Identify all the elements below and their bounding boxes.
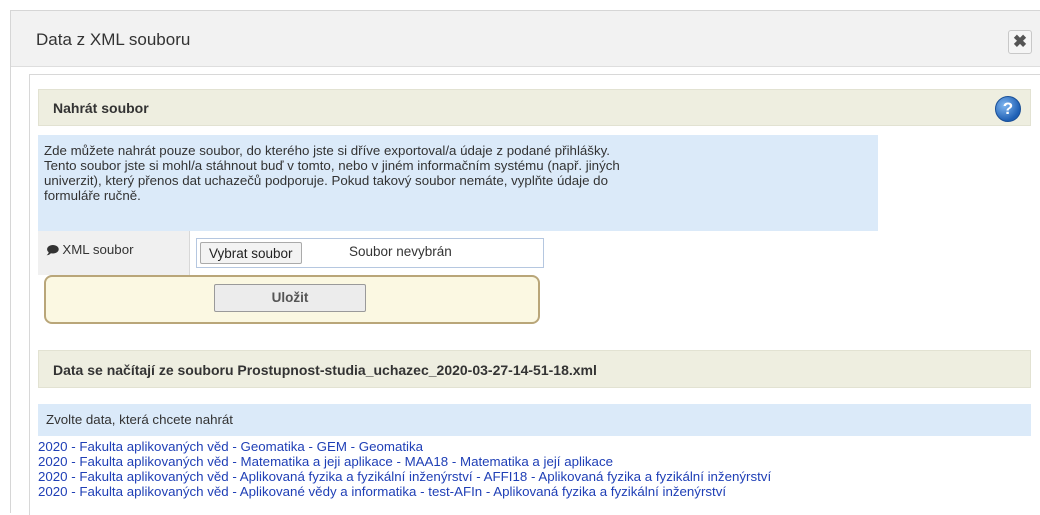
data-options-list: 2020 - Fakulta aplikovaných věd - Geomat… xyxy=(38,439,771,499)
choose-data-bar: Zvolte data, která chcete nahrát xyxy=(38,404,1031,436)
upload-section-header: Nahrát soubor ? xyxy=(38,89,1031,126)
xml-file-label: 🗩 XML soubor xyxy=(46,241,134,262)
help-icon[interactable]: ? xyxy=(995,96,1021,122)
close-icon: ✖ xyxy=(1012,32,1028,51)
save-button[interactable]: Uložit xyxy=(214,284,366,312)
data-option-link[interactable]: 2020 - Fakulta aplikovaných věd - Matema… xyxy=(38,454,771,469)
upload-info-box: Zde můžete nahrát pouze soubor, do které… xyxy=(38,135,878,231)
data-option-link[interactable]: 2020 - Fakulta aplikovaných věd - Apliko… xyxy=(38,484,771,499)
info-line: Tento soubor jste si mohl/a stáhnout buď… xyxy=(44,158,620,173)
info-line: univerzit), který přenos dat uchazečů po… xyxy=(44,173,608,188)
save-panel: Uložit xyxy=(44,275,540,324)
upload-section-title: Nahrát soubor xyxy=(53,100,149,116)
choose-data-label: Zvolte data, která chcete nahrát xyxy=(46,412,234,427)
dialog-content: Nahrát soubor ? Zde můžete nahrát pouze … xyxy=(29,74,1040,515)
info-line: Zde můžete nahrát pouze soubor, do které… xyxy=(44,143,610,158)
info-line: formuláře ručně. xyxy=(44,188,141,203)
close-button[interactable]: ✖ xyxy=(1008,30,1032,54)
no-file-text: Soubor nevybrán xyxy=(349,244,452,259)
data-option-link[interactable]: 2020 - Fakulta aplikovaných věd - Apliko… xyxy=(38,469,771,484)
data-option-link[interactable]: 2020 - Fakulta aplikovaných věd - Geomat… xyxy=(38,439,771,454)
dialog-header: Data z XML souboru ✖ xyxy=(11,11,1040,67)
data-source-header: Data se načítají ze souboru Prostupnost-… xyxy=(38,350,1031,388)
dialog-title: Data z XML souboru xyxy=(36,30,191,49)
choose-file-button[interactable]: Vybrat soubor xyxy=(200,242,302,264)
comment-icon[interactable]: 🗩 xyxy=(46,241,59,262)
data-source-title: Data se načítají ze souboru Prostupnost-… xyxy=(53,362,597,378)
xml-data-dialog: Data z XML souboru ✖ Nahrát soubor ? Zde… xyxy=(10,10,1040,515)
xml-file-input[interactable]: Vybrat soubor Soubor nevybrán xyxy=(196,238,544,268)
xml-file-label-cell: 🗩 XML soubor xyxy=(38,231,190,275)
xml-file-label-text: XML soubor xyxy=(62,242,134,257)
